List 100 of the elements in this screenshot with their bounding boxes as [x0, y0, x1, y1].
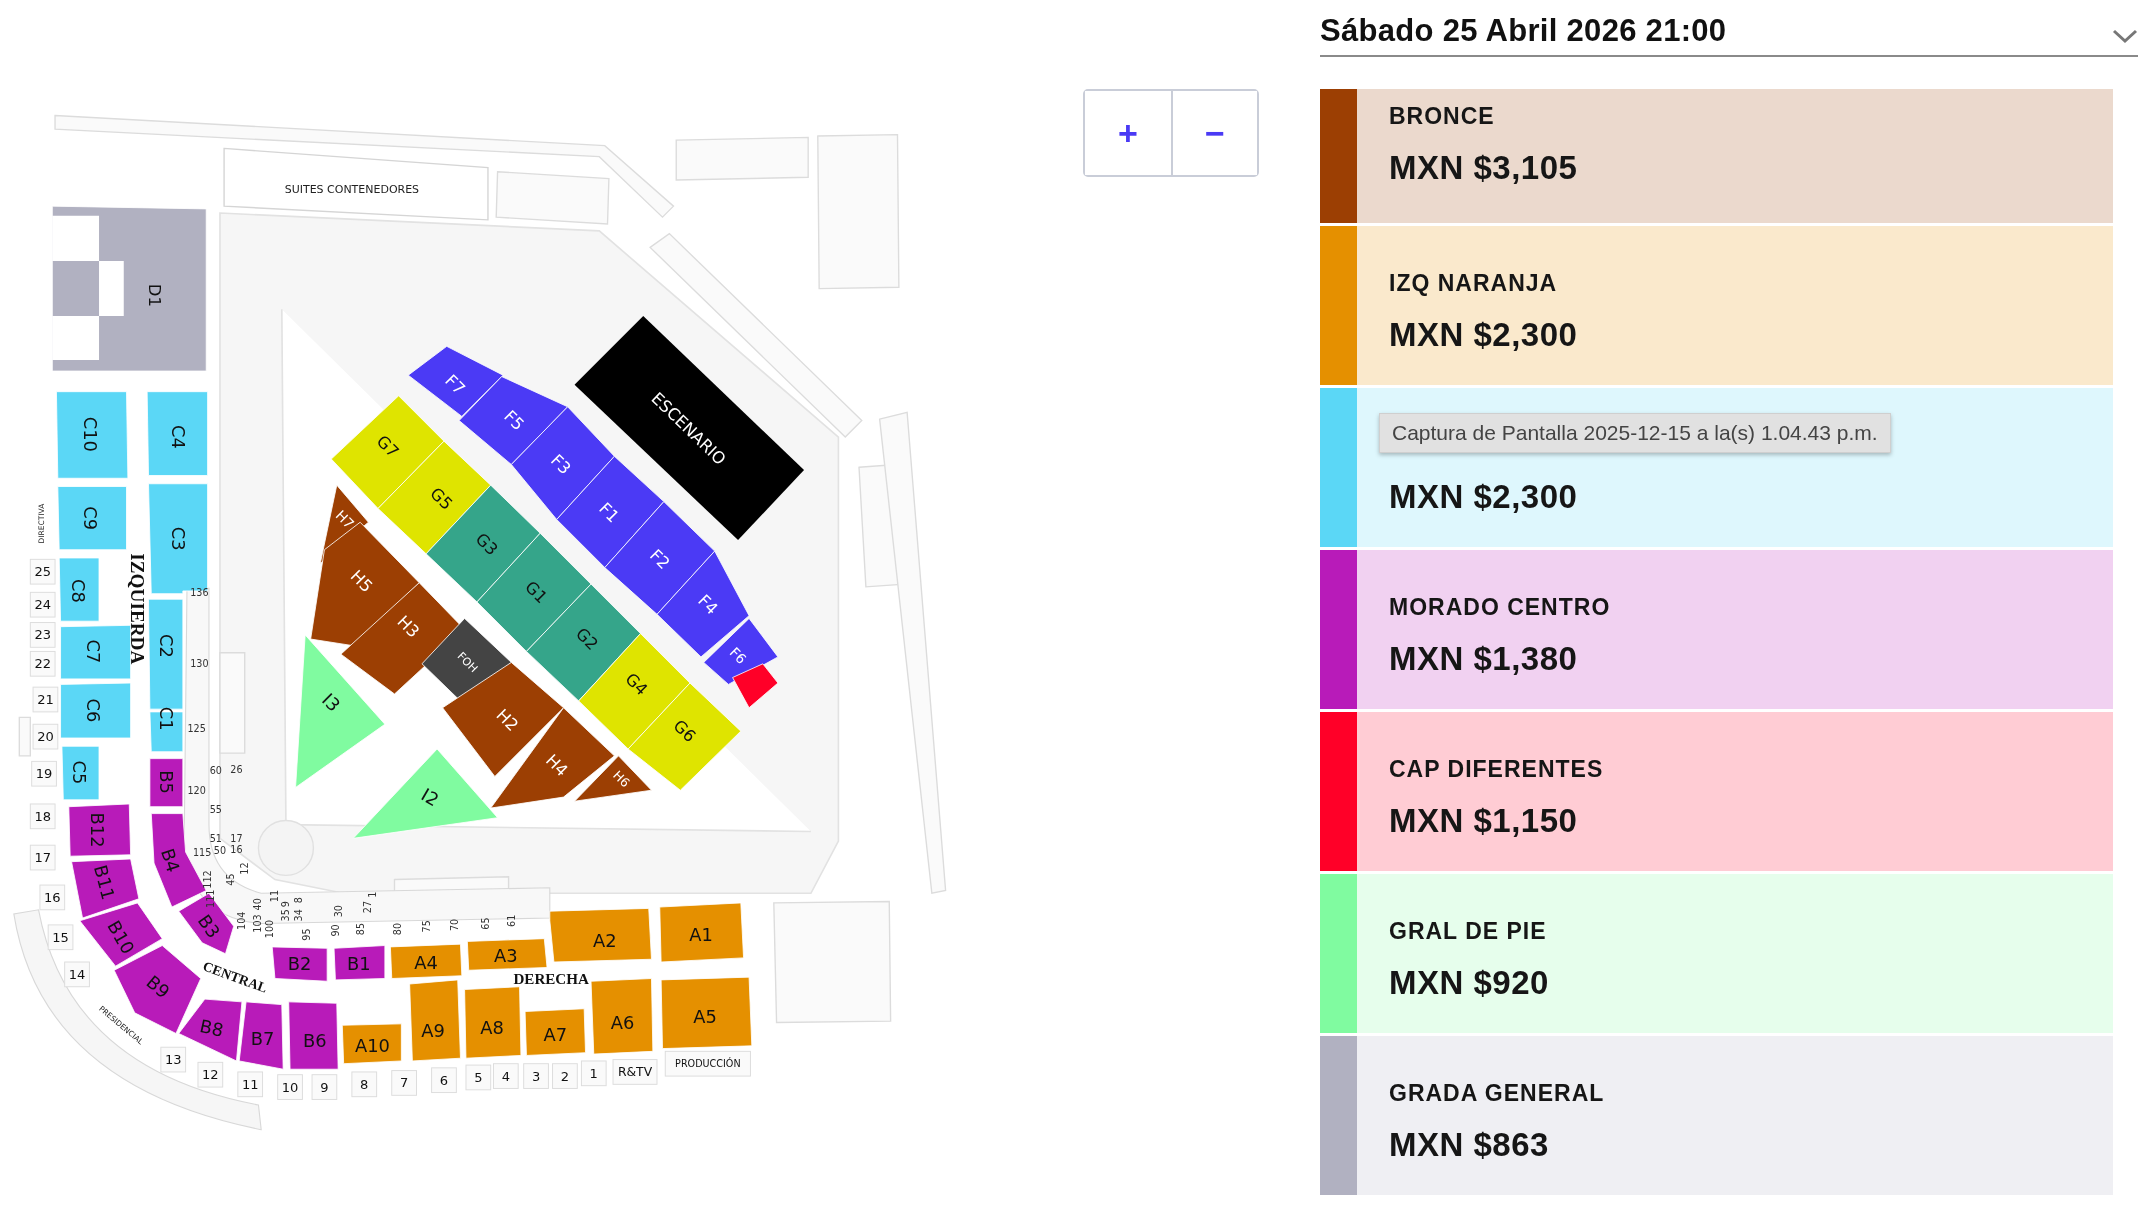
row-number: 7 [391, 1070, 417, 1096]
row-number: 18 [29, 803, 56, 830]
seat-number: 85 [354, 922, 366, 936]
row-number: 24 [29, 591, 56, 618]
seating-section[interactable]: A9 [409, 979, 461, 1062]
price-tier-row[interactable]: MORADO CENTRO MXN $1,380 [1320, 550, 2113, 709]
price-tier-row[interactable]: CAP DIFERENTES MXN $1,150 [1320, 712, 2113, 871]
tier-price: MXN $1,150 [1389, 801, 1579, 841]
seating-section[interactable]: C7 [60, 624, 132, 680]
zone-label: DERECHA [513, 970, 589, 987]
seating-section[interactable]: B5 [149, 758, 184, 808]
seat-number: 103 [251, 914, 263, 933]
seating-section[interactable]: A7 [524, 1008, 586, 1056]
seat-number: 16 [230, 843, 243, 855]
row-number: 5 [465, 1064, 492, 1091]
seat-number: 70 [449, 918, 461, 931]
row-number: 6 [431, 1067, 457, 1094]
seating-section[interactable]: C9 [57, 486, 127, 551]
seating-section[interactable]: A3 [466, 938, 548, 971]
seat-number: 30 [332, 905, 344, 918]
tier-price: MXN $3,105 [1389, 148, 1578, 188]
seating-section[interactable]: B2 [271, 946, 328, 982]
seat-number: 80 [391, 922, 403, 936]
price-tier-row[interactable]: GRAL DE PIE MXN $920 [1320, 874, 2113, 1033]
seat-number: 65 [479, 917, 491, 930]
seating-section[interactable]: C8 [58, 557, 100, 622]
row-number: 3 [523, 1063, 549, 1089]
seating-section[interactable]: A2 [549, 908, 652, 963]
seat-number: 104 [236, 911, 248, 930]
seat-number: 40 [251, 898, 263, 911]
seat-number: 90 [329, 924, 341, 937]
seating-section[interactable]: A6 [590, 978, 654, 1055]
seat-number: 61 [505, 914, 517, 927]
tier-name: BRONCE [1389, 102, 1496, 127]
zoom-out-button[interactable]: − [1171, 91, 1257, 175]
seating-section[interactable]: A4 [389, 943, 463, 979]
row-number: 4 [492, 1063, 519, 1089]
seating-section[interactable]: B12 [68, 803, 132, 857]
row-number: 2 [552, 1063, 578, 1089]
seat-number: 9 [280, 901, 292, 908]
seat-number: 12 [239, 862, 251, 875]
seat-number: 8 [292, 897, 304, 904]
row-number: 22 [29, 650, 56, 677]
seat-number: 11 [269, 889, 281, 903]
tier-name: GRADA GENERAL [1389, 1079, 1605, 1104]
seating-section[interactable]: D1 [51, 205, 207, 372]
price-tier-row[interactable]: Captura de Pantalla 2025-12-15 a la(s) 1.04.43 p.m. MXN $2,300 [1320, 388, 2113, 547]
row-number: 8 [351, 1071, 378, 1098]
seat-number: 125 [187, 722, 206, 734]
seating-section[interactable]: A1 [659, 902, 744, 963]
booth-outline [18, 716, 31, 757]
seating-section[interactable]: C5 [61, 745, 100, 801]
tier-price: MXN $2,300 [1389, 477, 1578, 517]
seating-section[interactable]: I3 [295, 634, 386, 788]
tier-name: GRAL DE PIE [1389, 917, 1548, 942]
seating-section[interactable]: C6 [60, 682, 132, 739]
tier-price: MXN $863 [1389, 1125, 1550, 1165]
seating-section[interactable] [732, 663, 779, 709]
seat-number: 26 [230, 764, 243, 776]
row-number: 23 [29, 622, 56, 648]
tooltip: Captura de Pantalla 2025-12-15 a la(s) 1.04.43 p.m. [1379, 413, 1891, 453]
price-tier-row[interactable]: BRONCE MXN $3,105 [1320, 89, 2113, 223]
seating-section[interactable]: I2 [352, 748, 498, 839]
seating-section[interactable]: H6 [574, 755, 652, 802]
tier-price: MXN $2,300 [1389, 315, 1578, 355]
tier-name: MORADO CENTRO [1389, 593, 1611, 618]
seating-section[interactable]: A10 [341, 1023, 402, 1065]
tier-price: MXN $920 [1389, 963, 1549, 1003]
date-dropdown[interactable]: Sábado 25 Abril 2026 21:00 [1320, 8, 2138, 57]
seating-section[interactable]: C4 [146, 391, 208, 476]
row-number: 16 [39, 884, 66, 911]
seating-section[interactable]: A5 [660, 976, 753, 1049]
seat-number: 35 [280, 909, 292, 922]
row-number: 1 [580, 1060, 607, 1087]
row-number: 17 [29, 844, 56, 871]
seat-number: 111 [204, 889, 216, 908]
price-tier-row[interactable]: GRADA GENERAL MXN $863 [1320, 1036, 2113, 1195]
seat-number: 51 [209, 832, 222, 844]
seating-section[interactable]: B11 [71, 858, 140, 919]
row-number: 10 [277, 1074, 303, 1100]
tier-price: MXN $1,380 [1389, 639, 1579, 679]
seating-section[interactable]: F7 [407, 345, 504, 417]
seating-section[interactable]: A8 [464, 986, 522, 1059]
row-number: 21 [32, 686, 59, 713]
seat-number: 50 [213, 845, 227, 857]
row-number: 11 [237, 1071, 264, 1098]
chevron-down-icon [2112, 28, 2138, 44]
field-circle [257, 819, 315, 877]
row-number: 13 [160, 1046, 187, 1073]
seating-section[interactable]: B7 [238, 1001, 284, 1070]
row-number: 15 [47, 924, 74, 951]
row-number: PRODUCCIÓN [664, 1050, 751, 1077]
tier-name: IZQ NARANJA [1389, 269, 1559, 294]
seating-section[interactable]: F6 [703, 618, 779, 685]
price-tier-row[interactable]: IZQ NARANJA MXN $2,300 [1320, 226, 2113, 385]
seating-section[interactable]: C10 [56, 391, 129, 479]
seat-number: 120 [187, 784, 206, 796]
seating-section[interactable]: B1 [333, 945, 386, 981]
seating-section[interactable]: B6 [288, 1001, 339, 1070]
row-number: 19 [31, 760, 57, 787]
